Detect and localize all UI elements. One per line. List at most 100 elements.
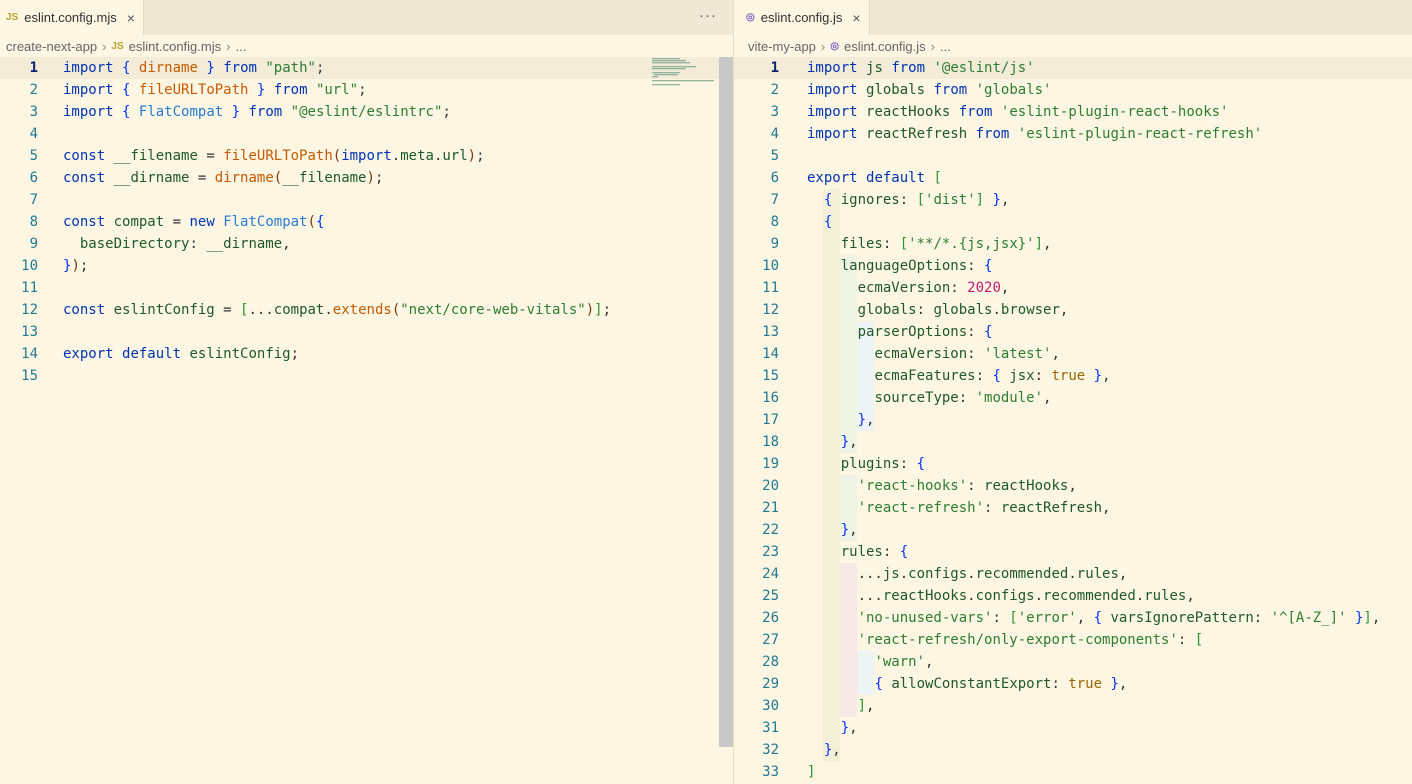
chevron-right-icon: ›: [102, 38, 107, 54]
code-line[interactable]: 14 export default eslintConfig;: [0, 343, 733, 365]
line-number: 8: [770, 214, 779, 230]
code-text: },: [840, 434, 858, 450]
eslint-file-icon: ◎: [746, 12, 755, 23]
breadcrumb-folder[interactable]: create-next-app: [6, 39, 97, 54]
code-line[interactable]: 7 { ignores: ['dist'] },: [734, 189, 1412, 211]
code-line[interactable]: 3 import reactHooks from 'eslint-plugin-r…: [734, 101, 1412, 123]
code-text: sourceType: 'module',: [874, 390, 1052, 406]
code-line[interactable]: 24 ...js.configs.recommended.rules,: [734, 563, 1412, 585]
left-editor-pane: JS eslint.config.mjs × ··· create-next-a…: [0, 0, 733, 784]
vertical-scrollbar[interactable]: [719, 57, 733, 747]
line-number: 22: [762, 522, 779, 538]
right-tab-bar: ◎ eslint.config.js ×: [734, 0, 1412, 35]
code-line[interactable]: 4: [0, 123, 733, 145]
code-text: },: [840, 522, 858, 538]
code-line[interactable]: 26 'no-unused-vars': ['error', { varsIgn…: [734, 607, 1412, 629]
code-line[interactable]: 8 const compat = new FlatCompat({: [0, 211, 733, 233]
line-number: 3: [29, 104, 38, 120]
line-number: 2: [770, 82, 779, 98]
code-line[interactable]: 28 'warn',: [734, 651, 1412, 673]
code-text: parserOptions: {: [857, 324, 993, 340]
code-line[interactable]: 18 },: [734, 431, 1412, 453]
code-text: ecmaFeatures: { jsx: true },: [874, 368, 1111, 384]
close-icon[interactable]: ×: [852, 10, 860, 26]
code-line[interactable]: 13: [0, 321, 733, 343]
breadcrumb: create-next-app › JS eslint.config.mjs ›…: [0, 35, 733, 57]
code-line[interactable]: 2 import globals from 'globals': [734, 79, 1412, 101]
line-number: 14: [21, 346, 38, 362]
code-line[interactable]: 10});: [0, 255, 733, 277]
code-editor[interactable]: 1 import js from '@eslint/js' 2 import glob…: [734, 57, 1412, 784]
line-number: 4: [29, 126, 38, 142]
code-line[interactable]: 14 ecmaVersion: 'latest',: [734, 343, 1412, 365]
code-line[interactable]: 19 plugins: {: [734, 453, 1412, 475]
code-line[interactable]: 11 ecmaVersion: 2020,: [734, 277, 1412, 299]
code-line[interactable]: 17 },: [734, 409, 1412, 431]
code-line[interactable]: 25 ...reactHooks.configs.recommended.rul…: [734, 585, 1412, 607]
code-line[interactable]: 16 sourceType: 'module',: [734, 387, 1412, 409]
code-line[interactable]: 13 parserOptions: {: [734, 321, 1412, 343]
js-file-icon: JS: [111, 40, 124, 52]
code-line[interactable]: 1 import { dirname } from "path";: [0, 57, 733, 79]
code-text: ]: [807, 764, 816, 780]
line-number: 33: [762, 764, 779, 780]
close-icon[interactable]: ×: [127, 10, 135, 26]
code-text: ecmaVersion: 2020,: [857, 280, 1010, 296]
line-number: 5: [770, 148, 779, 164]
code-line[interactable]: 21 'react-refresh': reactRefresh,: [734, 497, 1412, 519]
code-line[interactable]: 11: [0, 277, 733, 299]
code-line[interactable]: 7: [0, 189, 733, 211]
code-text: ecmaVersion: 'latest',: [874, 346, 1060, 362]
code-line[interactable]: 33]: [734, 761, 1412, 783]
code-text: export default eslintConfig;: [63, 346, 300, 362]
breadcrumb-file[interactable]: eslint.config.js: [844, 39, 926, 54]
code-line[interactable]: 15: [0, 365, 733, 387]
tab-eslint-config-mjs[interactable]: JS eslint.config.mjs ×: [0, 0, 144, 35]
breadcrumb-folder[interactable]: vite-my-app: [748, 39, 816, 54]
line-number: 31: [762, 720, 779, 736]
code-line[interactable]: 27 'react-refresh/only-export-components…: [734, 629, 1412, 651]
code-line[interactable]: 6 const __dirname = dirname(__filename);: [0, 167, 733, 189]
code-line[interactable]: 2 import { fileURLToPath } from "url";: [0, 79, 733, 101]
code-line[interactable]: 20 'react-hooks': reactHooks,: [734, 475, 1412, 497]
minimap-preview: [652, 58, 714, 86]
code-line[interactable]: 12 const eslintConfig = [...compat.extend…: [0, 299, 733, 321]
code-line[interactable]: 9 files: ['**/*.{js,jsx}'],: [734, 233, 1412, 255]
code-line[interactable]: 5: [734, 145, 1412, 167]
code-line[interactable]: 4 import reactRefresh from 'eslint-plugin…: [734, 123, 1412, 145]
code-line[interactable]: 12 globals: globals.browser,: [734, 299, 1412, 321]
code-line[interactable]: 32 },: [734, 739, 1412, 761]
minimap[interactable]: [644, 57, 719, 784]
line-number: 29: [762, 676, 779, 692]
code-line[interactable]: 9 baseDirectory: __dirname,: [0, 233, 733, 255]
code-line[interactable]: 31 },: [734, 717, 1412, 739]
line-number: 19: [762, 456, 779, 472]
code-line[interactable]: 3 import { FlatCompat } from "@eslint/esl…: [0, 101, 733, 123]
line-number: 27: [762, 632, 779, 648]
more-actions-icon[interactable]: ···: [699, 7, 717, 24]
breadcrumb-file[interactable]: eslint.config.mjs: [129, 39, 221, 54]
code-text: export default [: [807, 170, 942, 186]
code-editor[interactable]: 1 import { dirname } from "path"; 2 import …: [0, 57, 733, 784]
code-line[interactable]: 5 const __filename = fileURLToPath(import…: [0, 145, 733, 167]
line-number: 12: [21, 302, 38, 318]
code-text: const __dirname = dirname(__filename);: [63, 170, 384, 186]
code-line[interactable]: 8 {: [734, 211, 1412, 233]
code-line[interactable]: 29 { allowConstantExport: true },: [734, 673, 1412, 695]
code-line[interactable]: 1 import js from '@eslint/js': [734, 57, 1412, 79]
code-line[interactable]: 30 ],: [734, 695, 1412, 717]
code-line[interactable]: 22 },: [734, 519, 1412, 541]
line-number: 8: [29, 214, 38, 230]
code-line[interactable]: 15 ecmaFeatures: { jsx: true },: [734, 365, 1412, 387]
breadcrumb-symbol[interactable]: ...: [940, 39, 951, 54]
code-text: });: [63, 258, 89, 274]
code-text: globals: globals.browser,: [857, 302, 1069, 318]
code-line[interactable]: 10 languageOptions: {: [734, 255, 1412, 277]
code-line[interactable]: 23 rules: {: [734, 541, 1412, 563]
line-number: 5: [29, 148, 38, 164]
code-line[interactable]: 6 export default [: [734, 167, 1412, 189]
breadcrumb-symbol[interactable]: ...: [235, 39, 246, 54]
code-text: ],: [857, 698, 875, 714]
tab-eslint-config-js[interactable]: ◎ eslint.config.js ×: [734, 0, 870, 35]
line-number: 30: [762, 698, 779, 714]
